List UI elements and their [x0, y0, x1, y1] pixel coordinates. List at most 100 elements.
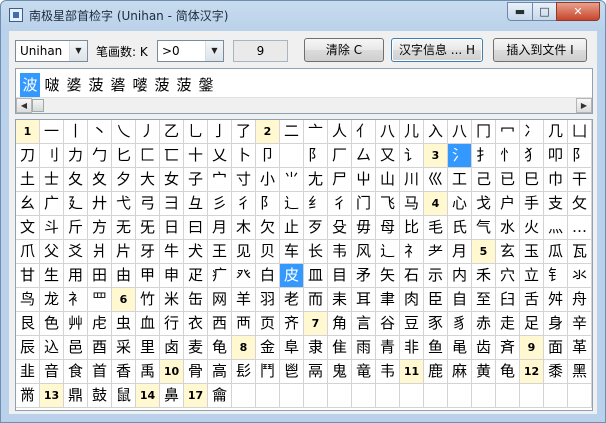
radical-cell[interactable]: 卜: [232, 144, 256, 168]
radical-cell[interactable]: 鼎: [64, 384, 88, 408]
radical-cell[interactable]: 曰: [184, 216, 208, 240]
charset-select[interactable]: Unihan ▼: [15, 40, 88, 62]
radical-cell[interactable]: 辛: [568, 312, 592, 336]
radical-cell[interactable]: 屮: [352, 168, 376, 192]
radical-cell[interactable]: 韭: [16, 360, 40, 384]
radical-cell[interactable]: 勹: [88, 144, 112, 168]
radical-cell[interactable]: 高: [208, 360, 232, 384]
radical-cell[interactable]: 寸: [232, 168, 256, 192]
radical-cell[interactable]: 角: [328, 312, 352, 336]
radical-cell[interactable]: 欠: [256, 216, 280, 240]
radical-cell[interactable]: 飞: [376, 192, 400, 216]
radical-cell[interactable]: 鬯: [280, 360, 304, 384]
char-info-button[interactable]: 汉字信息 ... H: [391, 38, 483, 62]
radical-cell[interactable]: 毛: [424, 216, 448, 240]
radical-cell[interactable]: 自: [448, 288, 472, 312]
radical-cell[interactable]: 耂: [424, 240, 448, 264]
radical-cell[interactable]: 癶: [232, 264, 256, 288]
radical-cell[interactable]: 爿: [88, 240, 112, 264]
radical-cell[interactable]: 龠: [208, 384, 232, 408]
radical-cell[interactable]: 辶: [280, 192, 304, 216]
radical-cell[interactable]: 虫: [112, 312, 136, 336]
radical-cell[interactable]: 扌: [472, 144, 496, 168]
radical-cell[interactable]: 艮: [16, 312, 40, 336]
radical-cell[interactable]: 耒: [328, 288, 352, 312]
radical-cell[interactable]: 隶: [304, 336, 328, 360]
radical-cell[interactable]: 见: [232, 240, 256, 264]
radical-cell[interactable]: 网: [208, 288, 232, 312]
radical-cell[interactable]: 鼓: [88, 384, 112, 408]
radical-cell[interactable]: 斤: [64, 216, 88, 240]
radical-cell[interactable]: 巛: [424, 168, 448, 192]
radical-cell[interactable]: 缶: [184, 288, 208, 312]
radical-cell[interactable]: 耳: [352, 288, 376, 312]
radical-cell[interactable]: 毋: [352, 216, 376, 240]
radical-cell[interactable]: 目: [328, 264, 352, 288]
radical-cell[interactable]: 骨: [184, 360, 208, 384]
radical-cell[interactable]: 气: [472, 216, 496, 240]
radical-cell[interactable]: 隹: [328, 336, 352, 360]
radical-cell[interactable]: 臼: [496, 288, 520, 312]
radical-cell[interactable]: 木: [232, 216, 256, 240]
radical-cell[interactable]: 込: [40, 336, 64, 360]
radical-cell[interactable]: 卤: [160, 336, 184, 360]
radical-cell[interactable]: ⺌: [280, 168, 304, 192]
radical-cell[interactable]: 风: [352, 240, 376, 264]
radical-cell[interactable]: 十: [184, 144, 208, 168]
candidate-char[interactable]: 鎜: [196, 73, 216, 97]
radical-cell[interactable]: 马: [400, 192, 424, 216]
radical-cell[interactable]: 矛: [352, 264, 376, 288]
radical-cell[interactable]: 罒: [88, 288, 112, 312]
radical-cell[interactable]: 阝: [256, 192, 280, 216]
radical-cell[interactable]: 竜: [352, 360, 376, 384]
radical-cell[interactable]: 黹: [16, 384, 40, 408]
radical-cell[interactable]: 了: [232, 120, 256, 144]
radical-cell[interactable]: 方: [88, 216, 112, 240]
radical-cell[interactable]: 廾: [88, 192, 112, 216]
radical-cell[interactable]: 邑: [64, 336, 88, 360]
radical-cell[interactable]: 香: [112, 360, 136, 384]
radical-cell[interactable]: 申: [160, 264, 184, 288]
radical-cell[interactable]: 里: [136, 336, 160, 360]
radical-cell[interactable]: 玉: [520, 240, 544, 264]
candidate-char[interactable]: 碆: [108, 73, 128, 97]
radical-cell[interactable]: 疋: [184, 264, 208, 288]
radical-cell[interactable]: 乀: [112, 120, 136, 144]
scroll-right-icon[interactable]: ▶: [576, 98, 592, 113]
radical-cell[interactable]: 厂: [328, 144, 352, 168]
radical-cell[interactable]: 犭: [520, 144, 544, 168]
radical-cell[interactable]: 鬲: [304, 360, 328, 384]
radical-cell[interactable]: 竹: [136, 288, 160, 312]
radical-cell[interactable]: 殳: [328, 216, 352, 240]
radical-cell[interactable]: 酉: [88, 336, 112, 360]
radical-cell[interactable]: 纟: [304, 192, 328, 216]
radical-cell[interactable]: 齐: [280, 312, 304, 336]
radical-cell[interactable]: 黑: [568, 360, 592, 384]
radical-cell[interactable]: 月: [208, 216, 232, 240]
radical-cell[interactable]: 乂: [208, 144, 232, 168]
radical-cell[interactable]: 鬥: [256, 360, 280, 384]
radical-cell[interactable]: 旡: [136, 216, 160, 240]
radical-cell[interactable]: 牙: [136, 240, 160, 264]
radical-cell[interactable]: 鬼: [328, 360, 352, 384]
radical-cell[interactable]: 贝: [256, 240, 280, 264]
radical-cell[interactable]: 齿: [472, 336, 496, 360]
radical-cell[interactable]: 干: [568, 168, 592, 192]
radical-cell[interactable]: 夂: [64, 168, 88, 192]
minimize-button[interactable]: ▬: [507, 2, 533, 21]
radical-cell[interactable]: 穴: [496, 264, 520, 288]
radical-cell[interactable]: 赤: [472, 312, 496, 336]
radical-cell[interactable]: 甘: [16, 264, 40, 288]
radical-cell[interactable]: 臣: [424, 288, 448, 312]
clear-button[interactable]: 清除 C: [304, 38, 384, 62]
radical-cell[interactable]: 色: [40, 312, 64, 336]
radical-cell[interactable]: 巳: [520, 168, 544, 192]
radical-cell[interactable]: 羽: [256, 288, 280, 312]
candidate-char[interactable]: 婆: [64, 73, 84, 97]
radical-cell[interactable]: 巾: [544, 168, 568, 192]
radical-cell[interactable]: 门: [352, 192, 376, 216]
scroll-left-icon[interactable]: ◀: [16, 98, 32, 113]
radical-cell[interactable]: 匕: [112, 144, 136, 168]
radical-cell[interactable]: 父: [40, 240, 64, 264]
radical-cell[interactable]: 乚: [184, 120, 208, 144]
